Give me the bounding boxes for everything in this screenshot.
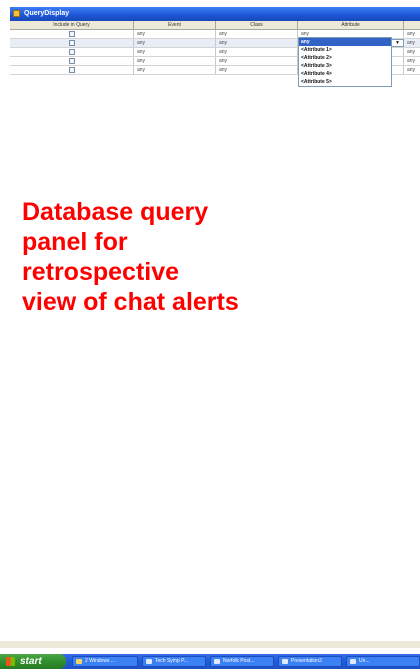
caption-line: retrospective bbox=[22, 258, 180, 286]
caption-line: Database query bbox=[22, 198, 209, 226]
slide-caption: Database query panel for retrospective v… bbox=[22, 197, 402, 317]
taskbar-item[interactable]: Norfolk Post... bbox=[210, 656, 274, 667]
event-cell[interactable]: any bbox=[134, 39, 216, 47]
event-cell[interactable]: any bbox=[134, 57, 216, 65]
extra-cell[interactable]: any bbox=[404, 39, 420, 47]
include-checkbox[interactable] bbox=[69, 40, 75, 46]
presentation-icon bbox=[214, 659, 220, 664]
include-checkbox[interactable] bbox=[69, 67, 75, 73]
attribute-dropdown-list[interactable]: any <Attribute 1> <Attribute 2> <Attribu… bbox=[298, 37, 392, 87]
app-icon bbox=[13, 10, 20, 17]
taskbar-item[interactable]: Presentation2 bbox=[278, 656, 342, 667]
dropdown-option-attribute-4[interactable]: <Attribute 4> bbox=[299, 70, 391, 78]
start-label: start bbox=[20, 656, 42, 667]
class-cell[interactable]: any bbox=[216, 57, 298, 65]
chevron-down-icon[interactable]: ▼ bbox=[393, 40, 402, 46]
folder-icon bbox=[76, 659, 82, 664]
window-title: QueryDisplay bbox=[24, 10, 70, 17]
taskbar-item[interactable]: Un... bbox=[346, 656, 420, 667]
event-cell[interactable]: any bbox=[134, 66, 216, 74]
query-display-window: QueryDisplay Include in Query Event Clas… bbox=[10, 7, 420, 648]
class-cell[interactable]: any bbox=[216, 30, 298, 38]
dropdown-option-attribute-3[interactable]: <Attribute 3> bbox=[299, 62, 391, 70]
caption-line: view of chat alerts bbox=[22, 288, 239, 316]
start-button[interactable]: start bbox=[0, 654, 66, 669]
presentation-icon bbox=[350, 659, 356, 664]
table-header: Include in Query Event Class Attribute bbox=[10, 21, 420, 30]
extra-cell[interactable]: any bbox=[404, 30, 420, 38]
include-checkbox[interactable] bbox=[69, 58, 75, 64]
taskbar-item[interactable]: Tech Symp P... bbox=[142, 656, 206, 667]
column-header-include[interactable]: Include in Query bbox=[10, 21, 134, 29]
presentation-icon bbox=[282, 659, 288, 664]
class-cell[interactable]: any bbox=[216, 66, 298, 74]
include-checkbox[interactable] bbox=[69, 49, 75, 55]
windows-logo-icon bbox=[6, 657, 15, 666]
event-cell[interactable]: any bbox=[134, 30, 216, 38]
presentation-icon bbox=[146, 659, 152, 664]
window-bottom-edge bbox=[0, 641, 420, 648]
include-checkbox[interactable] bbox=[69, 31, 75, 37]
extra-cell[interactable]: any bbox=[404, 48, 420, 56]
extra-cell[interactable]: any bbox=[404, 57, 420, 65]
dropdown-option-attribute-2[interactable]: <Attribute 2> bbox=[299, 54, 391, 62]
dropdown-option-any[interactable]: any bbox=[299, 38, 391, 46]
column-header-event[interactable]: Event bbox=[134, 21, 216, 29]
column-header-attribute[interactable]: Attribute bbox=[298, 21, 404, 29]
taskbar-item[interactable]: 2 Windows ... bbox=[72, 656, 138, 667]
class-cell[interactable]: any bbox=[216, 39, 298, 47]
event-cell[interactable]: any bbox=[134, 48, 216, 56]
column-header-extra[interactable] bbox=[404, 21, 420, 29]
column-header-class[interactable]: Class bbox=[216, 21, 298, 29]
taskbar: start 2 Windows ... Tech Symp P... Norfo… bbox=[0, 654, 420, 669]
caption-line: panel for bbox=[22, 228, 128, 256]
extra-cell[interactable]: any bbox=[404, 66, 420, 74]
dropdown-option-attribute-1[interactable]: <Attribute 1> bbox=[299, 46, 391, 54]
class-cell[interactable]: any bbox=[216, 48, 298, 56]
title-bar[interactable]: QueryDisplay bbox=[10, 7, 420, 21]
dropdown-option-attribute-5[interactable]: <Attribute 5> bbox=[299, 78, 391, 86]
